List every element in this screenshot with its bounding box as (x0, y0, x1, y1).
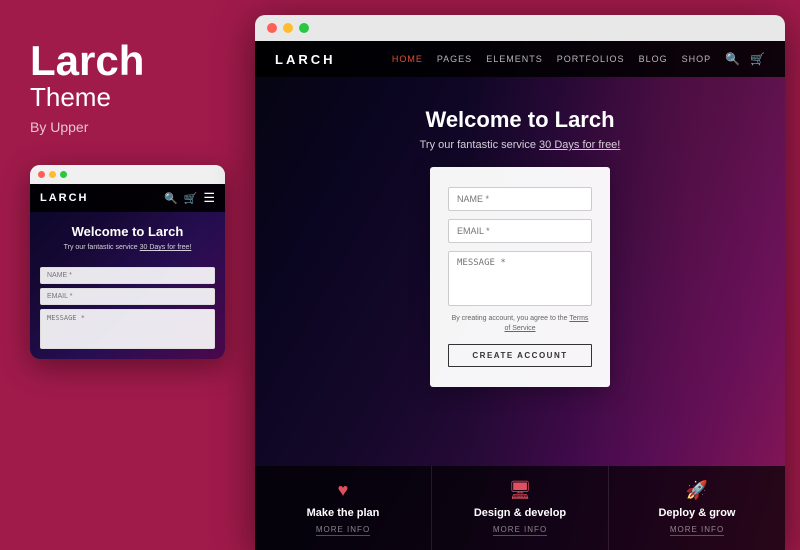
desktop-cart-icon[interactable]: 🛒 (750, 52, 765, 66)
mobile-email-input[interactable] (40, 288, 215, 305)
mobile-form (30, 261, 225, 359)
desktop-dot-green (299, 23, 309, 33)
mobile-logo: LARCH (40, 192, 89, 204)
desktop-nav-icons: 🔍 🛒 (725, 52, 765, 66)
brand-subtitle: Theme (30, 82, 144, 113)
nav-portfolios[interactable]: PORTFOLIOS (557, 54, 625, 64)
mobile-nav: LARCH 🔍 🛒 ☰ (30, 184, 225, 212)
feature-more-make-plan[interactable]: MORE INFO (316, 525, 370, 536)
desktop-name-input[interactable] (448, 187, 592, 211)
mobile-browser-bar (30, 165, 225, 184)
feature-design-develop: 🖥 Design & develop MORE INFO (432, 466, 609, 550)
nav-elements[interactable]: ELEMENTS (486, 54, 543, 64)
feature-deploy-grow: 🚀 Deploy & grow MORE INFO (609, 466, 785, 550)
desktop-features: ♥ Make the plan MORE INFO 🖥 Design & dev… (255, 466, 785, 550)
right-panel: LARCH HOME PAGES ELEMENTS PORTFOLIOS BLO… (255, 15, 785, 550)
mobile-hero: Welcome to Larch Try our fantastic servi… (30, 212, 225, 261)
brand-block: Larch Theme By Upper (30, 40, 144, 165)
desktop-hero-text: Welcome to Larch Try our fantastic servi… (420, 107, 621, 151)
feature-title-deploy-grow: Deploy & grow (658, 507, 735, 519)
mobile-search-icon: 🔍 (164, 192, 178, 205)
mobile-menu-icon: ☰ (203, 190, 215, 206)
left-panel: Larch Theme By Upper LARCH 🔍 🛒 ☰ Welcome… (0, 0, 245, 550)
brand-by: By Upper (30, 119, 144, 135)
desktop-form-card: By creating account, you agree to the Te… (430, 167, 610, 387)
brand-title: Larch (30, 40, 144, 82)
mobile-dot-yellow (49, 171, 56, 178)
feature-title-design-develop: Design & develop (474, 507, 566, 519)
desktop-nav: LARCH HOME PAGES ELEMENTS PORTFOLIOS BLO… (255, 41, 785, 77)
mobile-mockup: LARCH 🔍 🛒 ☰ Welcome to Larch Try our fan… (30, 165, 225, 359)
nav-shop[interactable]: SHOP (682, 54, 712, 64)
feature-title-make-plan: Make the plan (307, 507, 380, 519)
mobile-dot-green (60, 171, 67, 178)
desktop-hero-heading: Welcome to Larch (420, 107, 621, 133)
desktop-message-input[interactable] (448, 251, 592, 306)
desktop-main: Welcome to Larch Try our fantastic servi… (255, 77, 785, 387)
feature-more-deploy-grow[interactable]: MORE INFO (670, 525, 724, 536)
nav-blog[interactable]: BLOG (639, 54, 668, 64)
form-tos-text: By creating account, you agree to the Te… (448, 314, 592, 334)
mobile-content: LARCH 🔍 🛒 ☰ Welcome to Larch Try our fan… (30, 184, 225, 359)
mobile-cart-icon: 🛒 (184, 192, 198, 205)
desktop-search-icon[interactable]: 🔍 (725, 52, 740, 66)
nav-pages[interactable]: PAGES (437, 54, 472, 64)
mobile-dot-red (38, 171, 45, 178)
feature-more-design-develop[interactable]: MORE INFO (493, 525, 547, 536)
mobile-hero-text: Try our fantastic service 30 Days for fr… (40, 243, 215, 253)
desktop-browser-bar (255, 15, 785, 41)
desktop-dot-yellow (283, 23, 293, 33)
desktop-hero-link[interactable]: 30 Days for free! (539, 139, 620, 151)
desktop-content: LARCH HOME PAGES ELEMENTS PORTFOLIOS BLO… (255, 41, 785, 550)
mobile-hero-heading: Welcome to Larch (40, 224, 215, 239)
mobile-name-input[interactable] (40, 267, 215, 284)
heart-icon: ♥ (338, 480, 349, 501)
create-account-button[interactable]: CREATE ACCOUNT (448, 344, 592, 367)
feature-make-plan: ♥ Make the plan MORE INFO (255, 466, 432, 550)
rocket-icon: 🚀 (686, 480, 708, 501)
mobile-message-input[interactable] (40, 309, 215, 349)
mobile-icons: 🔍 🛒 ☰ (164, 190, 215, 206)
mobile-hero-link[interactable]: 30 Days for free! (140, 244, 192, 251)
desktop-nav-links: HOME PAGES ELEMENTS PORTFOLIOS BLOG SHOP (392, 54, 711, 64)
monitor-icon: 🖥 (509, 480, 532, 501)
nav-home[interactable]: HOME (392, 54, 423, 64)
desktop-logo: LARCH (275, 52, 336, 67)
desktop-dot-red (267, 23, 277, 33)
desktop-hero-subtext: Try our fantastic service 30 Days for fr… (420, 139, 621, 151)
desktop-email-input[interactable] (448, 219, 592, 243)
